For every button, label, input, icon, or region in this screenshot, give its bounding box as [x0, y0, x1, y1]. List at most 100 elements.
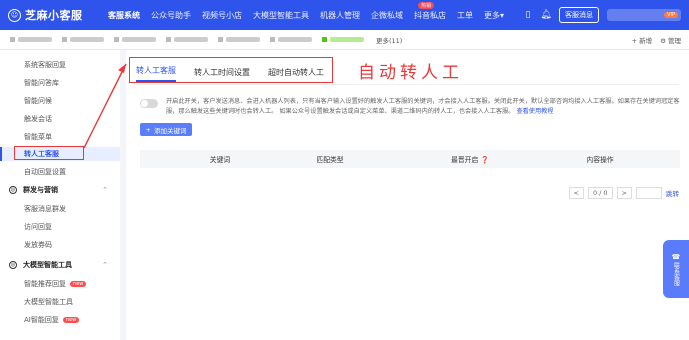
account-tab[interactable] [114, 37, 156, 42]
column-header-enable: 最晋开启 ❓ [451, 156, 489, 164]
nav-item-more[interactable]: 更多▾ [484, 10, 504, 21]
vip-badge: VIP [664, 12, 678, 18]
sidebar-item-ai-reply[interactable]: AI智能回复 new [0, 313, 120, 327]
add-account-button[interactable]: + 新增 [632, 35, 653, 45]
brand[interactable]: ☺ 芝麻小客服 [0, 7, 108, 23]
top-navigation-bar: ☺ 芝麻小客服 客服系统 公众号助手 视频号小店 大模型智能工具 机器人管理 企… [0, 0, 689, 30]
chevron-up-icon: ⌃ [102, 186, 108, 194]
page-indicator: 0 / 0 [587, 187, 613, 199]
more-accounts-dropdown[interactable]: 更多(11) [376, 35, 402, 45]
nav-item-video-shop[interactable]: 视频号小店 [202, 10, 242, 21]
account-avatar-icon [114, 37, 119, 42]
nav-item-douyin-shop[interactable]: 热销 抖音私店 [414, 1, 446, 21]
blurred-account-name [174, 37, 208, 42]
sidebar-item-label: 智能推荐回复 [24, 280, 66, 288]
mobile-icon[interactable]: ▯ [523, 10, 533, 20]
account-avatar-icon [62, 37, 67, 42]
sidebar-item-auto-reply-settings[interactable]: 自动回复设置 [0, 165, 120, 179]
brand-logo-icon: ☺ [8, 8, 21, 22]
nav-item-ai-tools[interactable]: 大模型智能工具 [253, 10, 309, 21]
contact-service-float-button[interactable]: ☎ 联系客服 [663, 240, 689, 298]
plus-icon: + [145, 125, 151, 134]
blurred-account-name [226, 37, 260, 42]
contact-service-label: 联系客服 [672, 261, 680, 286]
nav-menu: 客服系统 公众号助手 视频号小店 大模型智能工具 机器人管理 企微私域 热销 抖… [108, 1, 504, 21]
jump-button[interactable]: 跳转 [666, 188, 679, 198]
nav-item-robot-management[interactable]: 机器人管理 [320, 10, 360, 21]
tabsbar-actions: + 新增 ⚙ 管理 [632, 35, 689, 45]
sidebar-item-mass-message[interactable]: 客服消息群发 [0, 202, 120, 216]
account-tab[interactable] [62, 37, 104, 42]
sidebar-item-label: AI智能回复 [24, 316, 59, 324]
page-jump-input[interactable] [636, 187, 662, 199]
sidebar-group-marketing[interactable]: ◎ 群发与营销 ⌃ [0, 183, 120, 197]
account-avatar-icon [270, 37, 275, 42]
brand-name: 芝麻小客服 [25, 9, 83, 22]
main-panel: 转人工客服 转人工时间设置 超时自动转人工 自动转人工 开启此开关，客户发送消息… [120, 50, 689, 340]
add-keyword-button[interactable]: + 添加关键词 [140, 123, 192, 136]
highlight-box [129, 57, 333, 83]
nav-right: ▯ 🔔︎ 客服消息 VIP [523, 7, 689, 23]
tutorial-link[interactable]: 查看使用教程 [516, 108, 553, 115]
column-header-actions: 内容操作 [586, 156, 614, 164]
nav-item-wecom-private[interactable]: 企微私域 [371, 10, 403, 21]
sidebar-highlight-box [14, 146, 84, 160]
add-keyword-label: 添加关键词 [153, 126, 187, 135]
sidebar: 系统客服回复 智能问答库 智能问候 触发会话 智能菜单 转人工客服 自动回复设置… [0, 50, 120, 340]
headset-icon: ☎ [671, 252, 681, 261]
account-avatar-icon [322, 37, 327, 42]
sidebar-item-smart-greeting[interactable]: 智能问候 [0, 94, 120, 108]
transfer-toggle-switch[interactable] [140, 99, 158, 108]
account-tab-active[interactable] [322, 37, 364, 42]
user-account-menu[interactable]: VIP [607, 9, 681, 21]
sidebar-item-llm-tools[interactable]: 大模型智能工具 [0, 295, 120, 309]
tab-divider [136, 84, 679, 85]
sidebar-item-smart-recommend[interactable]: 智能推荐回复 new [0, 277, 120, 291]
new-badge: new [70, 281, 87, 287]
nav-item-customer-service[interactable]: 客服系统 [108, 10, 140, 21]
sidebar-item-system-reply[interactable]: 系统客服回复 [0, 58, 120, 72]
column-header-match-type: 匹配类型 [316, 156, 344, 164]
blurred-account-name [70, 37, 104, 42]
keyword-table: 关键词 匹配类型 最晋开启 ❓ 内容操作 [140, 150, 680, 168]
sidebar-item-smart-menu[interactable]: 智能菜单 [0, 130, 120, 144]
account-avatar-icon [166, 37, 171, 42]
nav-item-official-account[interactable]: 公众号助手 [151, 10, 191, 21]
account-tab[interactable] [10, 37, 52, 42]
prev-page-button[interactable]: < [568, 187, 584, 199]
group-icon: ◎ [9, 261, 17, 269]
notice-text: 开启此开关，客户发送消息、会进入机器人列表，只有当客户输入设置好的触发人工客服的… [166, 97, 680, 117]
account-tab[interactable] [218, 37, 260, 42]
account-tab[interactable] [270, 37, 312, 42]
nav-item-douyin-shop-label: 抖音私店 [414, 10, 446, 20]
annotation-text: 自动转人工 [358, 63, 463, 83]
notice-body: 开启此开关，客户发送消息、会进入机器人列表，只有当客户输入设置好的触发人工客服的… [166, 98, 680, 115]
sidebar-group-label: 群发与营销 [23, 186, 58, 194]
account-avatar-icon [10, 37, 15, 42]
account-tab[interactable] [166, 37, 208, 42]
pagination: < 0 / 0 > 跳转 [568, 187, 679, 199]
new-badge: new [62, 317, 80, 323]
group-icon: ◎ [9, 186, 17, 194]
customer-message-button[interactable]: 客服消息 [559, 7, 599, 23]
bell-icon[interactable]: 🔔︎ [540, 10, 551, 20]
sidebar-group-ai-tools[interactable]: ◎ 大模型智能工具 ⌃ [0, 258, 120, 272]
account-tabs-bar: 更多(11) + 新增 ⚙ 管理 [0, 30, 689, 50]
nav-item-ticket[interactable]: 工单 [457, 10, 473, 21]
blurred-account-name [278, 37, 312, 42]
column-header-keyword: 关键词 [209, 156, 231, 164]
blurred-account-name [18, 37, 52, 42]
blurred-account-name [330, 37, 364, 42]
blurred-account-name [122, 37, 156, 42]
sidebar-item-trigger-session[interactable]: 触发会话 [0, 112, 120, 126]
sidebar-item-smart-qa[interactable]: 智能问答库 [0, 76, 120, 90]
manage-accounts-button[interactable]: ⚙ 管理 [660, 35, 681, 45]
chevron-up-icon: ⌃ [102, 261, 108, 269]
account-avatar-icon [218, 37, 223, 42]
next-page-button[interactable]: > [616, 187, 632, 199]
sidebar-item-visit-reply[interactable]: 访问回复 [0, 220, 120, 234]
sidebar-group-label: 大模型智能工具 [23, 261, 72, 269]
sidebar-item-coupon[interactable]: 发放券码 [0, 238, 120, 252]
hot-badge: 热销 [418, 1, 435, 9]
table-header: 关键词 匹配类型 最晋开启 ❓ 内容操作 [140, 150, 680, 168]
